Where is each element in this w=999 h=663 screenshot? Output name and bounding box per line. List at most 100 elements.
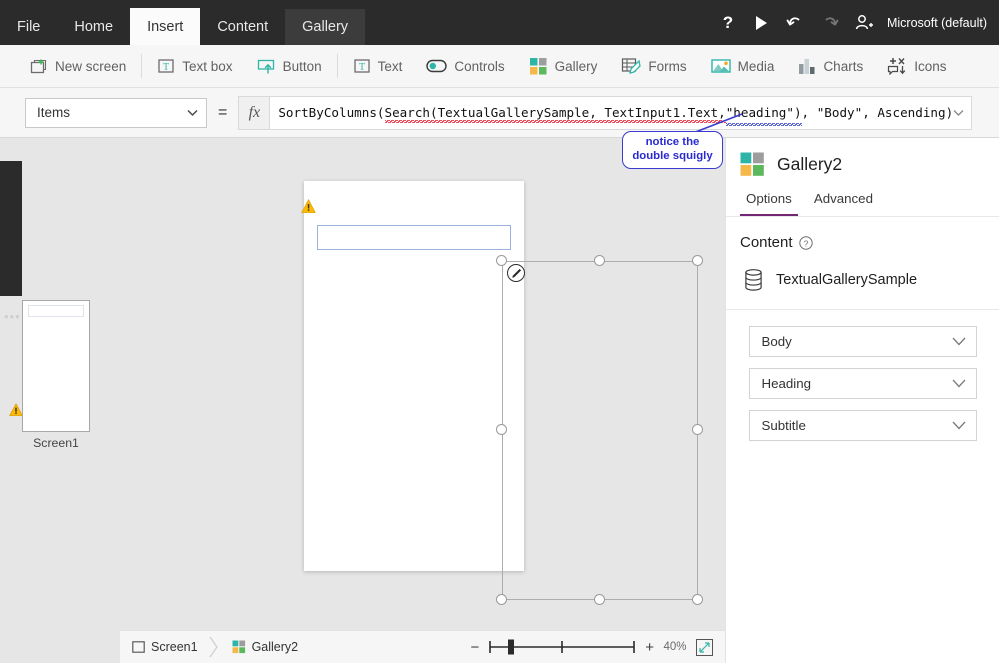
content-section-title: Content bbox=[740, 234, 793, 251]
zoom-slider[interactable] bbox=[486, 638, 638, 656]
ribbon-gallery[interactable]: Gallery bbox=[517, 45, 610, 88]
status-bar: Screen1 Gallery2 − + 40% bbox=[120, 630, 725, 663]
content-section-header: Content ? bbox=[726, 217, 999, 263]
resize-handle-bottom-right[interactable] bbox=[692, 594, 703, 605]
app-screen-canvas[interactable] bbox=[304, 181, 703, 605]
breadcrumb-separator-icon bbox=[208, 635, 220, 659]
svg-text:T: T bbox=[163, 62, 169, 73]
zoom-out-button[interactable]: − bbox=[470, 640, 479, 655]
help-circle-icon[interactable]: ? bbox=[798, 235, 813, 250]
resize-handle-middle-right[interactable] bbox=[692, 424, 703, 435]
breadcrumb-screen1[interactable]: Screen1 bbox=[120, 631, 208, 663]
ribbon-icons[interactable]: Icons bbox=[875, 45, 958, 88]
ribbon-new-screen[interactable]: New screen bbox=[18, 45, 138, 88]
charts-icon bbox=[798, 58, 816, 75]
formula-expand-chevron-icon[interactable] bbox=[953, 109, 964, 116]
fit-screen-icon[interactable] bbox=[696, 638, 713, 656]
zoom-percent-label: 40% bbox=[663, 641, 687, 653]
property-select[interactable]: Items bbox=[25, 97, 207, 128]
tab-options[interactable]: Options bbox=[740, 187, 798, 216]
ribbon-button[interactable]: Button bbox=[245, 45, 334, 88]
ribbon-controls-label: Controls bbox=[454, 58, 505, 74]
resize-handle-top-center[interactable] bbox=[594, 255, 605, 266]
breadcrumb-screen1-label: Screen1 bbox=[151, 640, 198, 654]
ribbon-text-box[interactable]: T Text box bbox=[145, 45, 244, 88]
powerapps-studio: File Home Insert Content Gallery ? Micro… bbox=[0, 0, 999, 663]
account-label[interactable]: Microsoft (default) bbox=[887, 16, 987, 30]
ribbon-media-label: Media bbox=[737, 58, 775, 74]
text-box-icon: T bbox=[157, 58, 175, 74]
ribbon-divider bbox=[141, 54, 143, 78]
ribbon-charts[interactable]: Charts bbox=[786, 45, 875, 88]
properties-panel-header: Gallery2 bbox=[726, 138, 999, 187]
screen-overflow-menu-icon[interactable]: ••• bbox=[4, 310, 21, 323]
resize-handle-top-left[interactable] bbox=[496, 255, 507, 266]
icons-icon bbox=[887, 57, 907, 75]
field-dropdown-body[interactable]: Body bbox=[748, 326, 977, 357]
tab-advanced[interactable]: Advanced bbox=[808, 187, 879, 216]
field-dropdown-subtitle[interactable]: Subtitle bbox=[748, 410, 977, 441]
resize-handle-middle-left[interactable] bbox=[496, 424, 507, 435]
chevron-down-icon bbox=[952, 379, 965, 388]
ribbon-forms-label: Forms bbox=[648, 58, 687, 74]
design-canvas[interactable] bbox=[120, 138, 725, 630]
gallery-warning-triangle-icon[interactable] bbox=[301, 199, 316, 214]
menu-tab-gallery[interactable]: Gallery bbox=[285, 9, 366, 45]
rail-warning-triangle-icon[interactable] bbox=[9, 403, 23, 417]
undo-icon[interactable] bbox=[779, 0, 813, 45]
menu-tab-home[interactable]: Home bbox=[57, 9, 130, 45]
data-source-name: TextualGallerySample bbox=[776, 272, 918, 288]
ribbon-icons-label: Icons bbox=[914, 58, 947, 74]
gallery-selection-outline[interactable] bbox=[502, 261, 698, 600]
breadcrumb-gallery2[interactable]: Gallery2 bbox=[220, 631, 309, 663]
share-user-icon[interactable] bbox=[847, 0, 881, 45]
redo-icon[interactable] bbox=[813, 0, 847, 45]
formula-seg-3: , "Body", Ascending) bbox=[801, 105, 954, 120]
controls-icon bbox=[426, 59, 448, 73]
zoom-in-button[interactable]: + bbox=[645, 640, 654, 655]
ribbon-media[interactable]: Media bbox=[699, 45, 787, 88]
ribbon-controls[interactable]: Controls bbox=[414, 45, 516, 88]
forms-icon bbox=[621, 57, 642, 75]
ribbon-text[interactable]: T Text bbox=[341, 45, 415, 88]
properties-panel-title: Gallery2 bbox=[777, 154, 843, 174]
pencil-icon[interactable] bbox=[507, 264, 525, 282]
button-icon bbox=[257, 58, 276, 75]
svg-text:?: ? bbox=[803, 238, 808, 248]
equals-sign: = bbox=[218, 103, 228, 121]
rail-dark-strip bbox=[0, 161, 22, 296]
menu-tab-content[interactable]: Content bbox=[200, 9, 285, 45]
fx-button[interactable]: fx bbox=[238, 95, 270, 130]
resize-handle-bottom-left[interactable] bbox=[496, 594, 507, 605]
play-icon[interactable] bbox=[745, 0, 779, 45]
screen-thumbnail-screen1[interactable] bbox=[22, 300, 90, 432]
ribbon-forms[interactable]: Forms bbox=[609, 45, 698, 88]
gallery-icon bbox=[232, 640, 246, 654]
properties-panel: Gallery2 Options Advanced Content ? Text… bbox=[725, 138, 999, 663]
field-dropdown-subtitle-value: Subtitle bbox=[761, 418, 806, 433]
data-source-row[interactable]: TextualGallerySample bbox=[726, 263, 999, 309]
annotation-line-1: notice the bbox=[645, 136, 700, 149]
ribbon-charts-label: Charts bbox=[823, 58, 864, 74]
resize-handle-top-right[interactable] bbox=[692, 255, 703, 266]
screen-icon bbox=[132, 641, 145, 653]
svg-text:T: T bbox=[359, 62, 365, 73]
top-bar-actions: ? Microsoft (default) bbox=[711, 0, 987, 45]
screen-thumbnail-label: Screen1 bbox=[33, 436, 79, 450]
chevron-down-icon bbox=[187, 109, 198, 116]
ribbon-divider bbox=[336, 54, 338, 78]
resize-handle-bottom-center[interactable] bbox=[594, 594, 605, 605]
field-dropdown-heading[interactable]: Heading bbox=[748, 368, 977, 399]
chevron-down-icon bbox=[952, 421, 965, 430]
menu-tab-insert[interactable]: Insert bbox=[130, 8, 201, 45]
text-icon: T bbox=[353, 58, 371, 74]
annotation-callout: notice the double squigly bbox=[622, 131, 723, 169]
text-input-control[interactable] bbox=[317, 225, 511, 250]
menu-tab-file[interactable]: File bbox=[0, 9, 57, 45]
ribbon-gallery-label: Gallery bbox=[554, 58, 598, 74]
database-icon bbox=[744, 269, 763, 291]
gallery-icon bbox=[529, 57, 548, 75]
chevron-down-icon bbox=[952, 337, 965, 346]
field-dropdown-heading-value: Heading bbox=[761, 376, 812, 391]
help-icon[interactable]: ? bbox=[711, 0, 745, 45]
